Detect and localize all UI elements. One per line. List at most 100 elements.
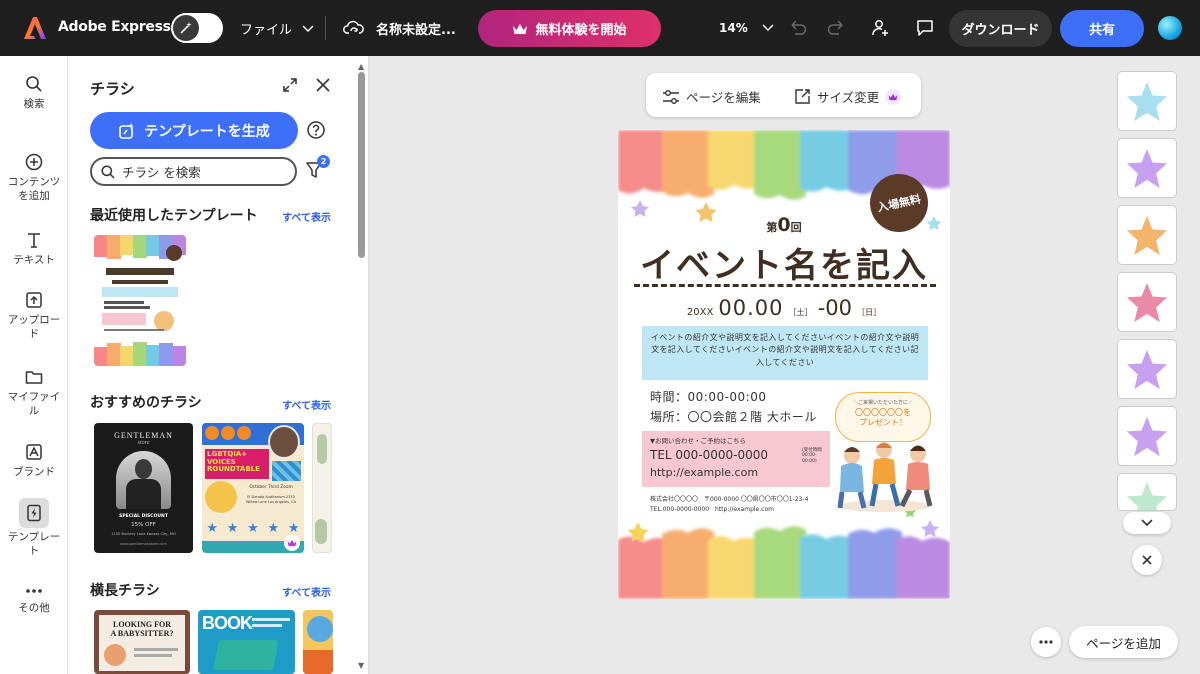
event-number-post: 回 [790,221,802,234]
page-thumbnail[interactable] [1118,72,1176,130]
page-thumbnail[interactable] [1118,139,1176,197]
see-all-recommended-link[interactable]: すべて表示 [282,397,331,412]
title-underline [634,284,936,287]
gentleman-photo [116,451,171,509]
crown-icon [513,23,528,34]
expand-icon[interactable] [281,76,299,94]
babysitter-illustration [104,644,126,666]
contact-url: http://example.com [650,466,759,479]
redo-icon[interactable] [826,18,846,36]
resize-label: サイズ変更 [817,90,880,105]
scroll-down-arrow-icon[interactable]: ▼ [358,661,364,670]
resize-button[interactable]: サイズ変更 [794,87,902,106]
download-button[interactable]: ダウンロード [949,10,1052,47]
event-time[interactable]: 時間：00:00-00:00 [650,388,767,405]
event-place[interactable]: 場所：〇〇会館２階 大ホール [650,408,817,425]
zoom-value: 14% [719,21,748,35]
invite-collaborator-icon[interactable] [870,18,890,38]
add-page-button[interactable]: ページを追加 [1069,626,1178,658]
rail-item-my-files[interactable]: マイファイ ル [0,367,68,418]
template-search-input[interactable]: チラシ を検索 [90,157,297,186]
close-icon[interactable] [314,76,332,94]
lgbtq-template-thumbnail[interactable]: LGBTQIA+ VOICES ROUNDTABLE October Third… [202,423,304,553]
expand-pages-button[interactable] [1123,512,1171,534]
cloud-sync-icon[interactable] [343,18,365,38]
book-title: BOOK [202,613,253,633]
star-icon [1126,81,1168,122]
edit-page-label: ページを編集 [686,90,761,105]
event-title[interactable]: イベント名を記入 [618,238,950,287]
search-icon [26,76,42,92]
close-pages-button[interactable] [1132,545,1162,575]
premium-crown-badge [284,535,300,551]
page-thumbnail[interactable] [1118,474,1176,510]
gentleman-template-thumbnail[interactable]: GENTLEMAN store SPECIAL DISCOUNT 15% OFF… [94,423,193,553]
start-trial-button[interactable]: 無料体験を開始 [478,10,661,47]
gentleman-title: GENTLEMAN [114,431,173,440]
event-number[interactable]: 第0回 [618,214,950,236]
document-name[interactable]: 名称未設定... [376,19,456,38]
date-saturday: ［土］ [788,308,813,317]
page-thumbnail[interactable] [1118,206,1176,264]
undo-icon[interactable] [788,18,808,36]
close-icon [1142,555,1152,565]
file-menu[interactable]: ファイル [240,19,314,38]
date-year: 20XX [686,307,714,318]
see-all-recent-link[interactable]: すべて表示 [282,209,331,224]
partial-template-thumbnail[interactable] [303,610,333,674]
search-icon [101,164,115,179]
scrollbar-thumb[interactable] [358,72,365,258]
rail-item-more[interactable]: その他 [0,584,68,615]
page-thumbnail[interactable] [1118,273,1176,331]
generate-template-button[interactable]: テンプレートを生成 [90,112,298,149]
date-sunday: ［日］ [857,308,882,317]
footer-contact[interactable]: TEL.000-0000-0000 http://example.com [650,504,774,513]
premium-toggle[interactable] [171,13,223,43]
event-intro[interactable]: イベントの紹介文や説明文を記入してくださいイベントの紹介文や説明文を記入してくだ… [642,326,928,380]
botanical-template-thumbnail[interactable] [312,423,332,553]
date-main: 00.00 [718,296,784,320]
resize-icon [795,89,810,104]
gentleman-discount: SPECIAL DISCOUNT [119,514,168,519]
chevron-down-icon [302,24,314,32]
help-icon[interactable] [306,120,326,140]
edit-page-button[interactable]: ページを編集 [662,87,761,106]
page-thumbnail[interactable] [1118,340,1176,398]
chevron-down-icon [1141,519,1153,527]
rail-item-templates[interactable]: テンプレー ト [0,498,68,558]
user-avatar[interactable] [1158,16,1182,40]
adobe-express-logo-icon[interactable] [24,16,46,40]
book-template-thumbnail[interactable]: BOOK [198,610,295,674]
see-all-landscape-link[interactable]: すべて表示 [282,584,331,599]
footer-company[interactable]: 株式会社〇〇〇〇 〒000-0000 〇〇県〇〇市〇〇1-23-4 [650,494,808,503]
rail-item-text[interactable]: テキスト [0,230,68,267]
zoom-control[interactable]: 14% [719,21,774,35]
panel-scrollbar[interactable]: ▲ ▼ [356,56,368,674]
section-title-landscape: 横長チラシ [90,583,160,599]
generate-sparkle-icon [119,122,135,139]
chevron-down-icon [762,24,774,32]
comment-icon[interactable] [915,18,935,38]
share-button[interactable]: 共有 [1060,10,1144,47]
recent-template-thumbnail[interactable] [94,235,186,366]
page-more-options-button[interactable] [1031,627,1061,657]
event-date[interactable]: 20XX 00.00 ［土］ -00 ［日］ [618,296,950,320]
contact-box[interactable]: ▼お問い合わせ・ご予約はこちら TEL 000-0000-0000 (受付時間 … [642,431,830,487]
bubble-main-text: 〇〇〇〇〇〇を プレゼント！ [855,408,911,428]
rail-item-search[interactable]: 検索 [0,74,68,111]
rail-item-label: テキスト [13,254,55,266]
page-thumbnail[interactable] [1118,407,1176,465]
lgbtq-address: El Dorado Auditorium 2153 Willow Lane Lo… [246,495,296,504]
rail-item-add-content[interactable]: コンテンツ を追加 [0,152,68,203]
people-illustration[interactable] [832,434,938,514]
babysitter-heading: LOOKING FOR A BABYSITTER? [99,620,185,639]
rail-item-upload[interactable]: アップロー ド [0,290,68,341]
contact-label: ▼お問い合わせ・ご予約はこちら [650,437,746,445]
babysitter-template-thumbnail[interactable]: LOOKING FOR A BABYSITTER? [94,610,190,674]
rail-item-brand[interactable]: ブランド [0,442,68,479]
template-panel: チラシ テンプレートを生成 チラシ を検索 2 最近使用したテンプレート すべて… [68,56,369,674]
filter-count-badge: 2 [317,155,330,168]
scroll-up-arrow-icon[interactable]: ▲ [358,62,364,71]
toggle-knob [173,15,199,41]
flyer-page[interactable]: 入場無料 第0回 イベント名を記入 20XX 00.00 ［土］ -00 ［日］… [618,130,950,599]
